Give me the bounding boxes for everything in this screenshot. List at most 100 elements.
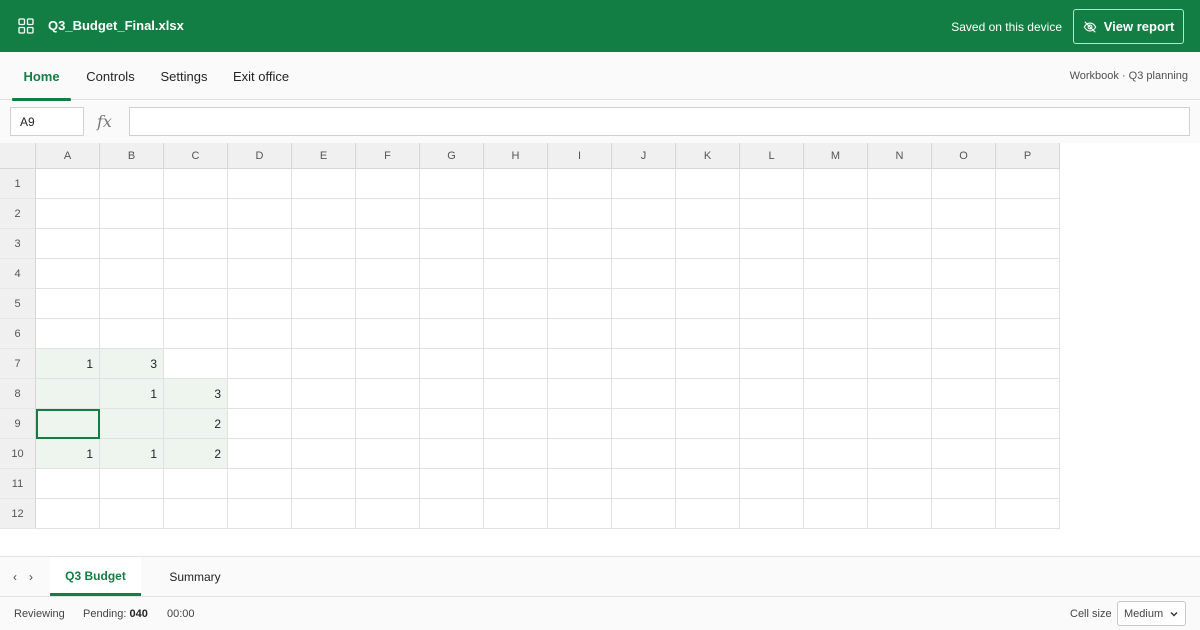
grid-cell[interactable]	[36, 199, 100, 229]
tab-exit-office[interactable]: Exit office	[227, 52, 295, 99]
grid-cell[interactable]	[36, 289, 100, 319]
column-header[interactable]: B	[100, 143, 164, 169]
grid-cell[interactable]	[996, 199, 1060, 229]
selected-cell[interactable]	[36, 409, 100, 439]
grid-cell[interactable]	[484, 199, 548, 229]
grid-cell[interactable]	[484, 439, 548, 469]
grid-cell[interactable]	[612, 439, 676, 469]
grid-cell[interactable]	[356, 259, 420, 289]
grid-cell[interactable]	[420, 379, 484, 409]
grid-cell[interactable]	[932, 199, 996, 229]
grid-cell[interactable]	[740, 499, 804, 529]
grid-cell[interactable]	[996, 319, 1060, 349]
grid-cell[interactable]	[996, 169, 1060, 199]
grid-cell[interactable]	[292, 169, 356, 199]
grid-cell[interactable]	[548, 499, 612, 529]
grid-cell[interactable]	[804, 349, 868, 379]
row-header[interactable]: 12	[0, 499, 36, 529]
grid-cell[interactable]	[676, 499, 740, 529]
grid-cell[interactable]	[804, 169, 868, 199]
grid-cell[interactable]	[420, 259, 484, 289]
grid-cell[interactable]	[612, 319, 676, 349]
grid-cell[interactable]	[484, 229, 548, 259]
grid-cell[interactable]	[676, 319, 740, 349]
grid-cell[interactable]	[868, 379, 932, 409]
grid-cell[interactable]	[164, 499, 228, 529]
grid-cell[interactable]	[804, 199, 868, 229]
grid-cell[interactable]	[356, 289, 420, 319]
grid-cell[interactable]	[420, 229, 484, 259]
column-header[interactable]: P	[996, 143, 1060, 169]
grid-cell[interactable]	[740, 169, 804, 199]
grid-cell[interactable]	[292, 349, 356, 379]
grid-cell[interactable]	[36, 469, 100, 499]
grid-cell[interactable]	[868, 319, 932, 349]
grid-cell[interactable]	[676, 199, 740, 229]
tab-home[interactable]: Home	[12, 52, 71, 101]
grid-cell[interactable]	[548, 229, 612, 259]
grid-cell[interactable]	[932, 469, 996, 499]
grid-cell[interactable]: 1	[100, 439, 164, 469]
grid-cell[interactable]	[612, 469, 676, 499]
grid-cell[interactable]	[996, 409, 1060, 439]
grid-cell[interactable]	[356, 229, 420, 259]
grid-cell[interactable]	[932, 379, 996, 409]
row-header[interactable]: 4	[0, 259, 36, 289]
column-header[interactable]: J	[612, 143, 676, 169]
grid-cell[interactable]	[676, 259, 740, 289]
tab-settings[interactable]: Settings	[154, 52, 214, 99]
grid-cell[interactable]	[292, 259, 356, 289]
grid-cell[interactable]	[868, 169, 932, 199]
grid-cell[interactable]	[228, 379, 292, 409]
grid-cell[interactable]	[612, 289, 676, 319]
grid-cell[interactable]	[932, 319, 996, 349]
grid-cell[interactable]	[228, 349, 292, 379]
grid-cell[interactable]: 1	[36, 349, 100, 379]
grid-cell[interactable]	[996, 439, 1060, 469]
grid-cell[interactable]	[420, 409, 484, 439]
grid-cell[interactable]	[36, 169, 100, 199]
grid-cell[interactable]	[932, 499, 996, 529]
grid-cell[interactable]	[868, 499, 932, 529]
grid-cell[interactable]	[484, 289, 548, 319]
grid-cell[interactable]	[996, 229, 1060, 259]
name-box[interactable]: A9	[10, 107, 84, 136]
grid-cell[interactable]	[932, 289, 996, 319]
grid-cell[interactable]	[996, 349, 1060, 379]
grid-cell[interactable]	[932, 259, 996, 289]
grid-cell[interactable]	[100, 199, 164, 229]
grid-cell[interactable]	[804, 439, 868, 469]
column-header[interactable]: K	[676, 143, 740, 169]
grid-cell[interactable]	[292, 379, 356, 409]
grid-cell[interactable]	[548, 259, 612, 289]
row-header[interactable]: 7	[0, 349, 36, 379]
column-header[interactable]: F	[356, 143, 420, 169]
grid-cell[interactable]	[356, 469, 420, 499]
grid-cell[interactable]	[612, 499, 676, 529]
grid-cell[interactable]	[548, 319, 612, 349]
grid-cell[interactable]	[164, 169, 228, 199]
grid-cell[interactable]	[740, 199, 804, 229]
grid-cell[interactable]	[228, 439, 292, 469]
grid-cell[interactable]	[100, 499, 164, 529]
grid-cell[interactable]: 1	[100, 379, 164, 409]
grid-cell[interactable]	[548, 199, 612, 229]
grid-cell[interactable]	[292, 499, 356, 529]
grid-cell[interactable]	[356, 319, 420, 349]
grid-cell[interactable]	[996, 469, 1060, 499]
column-header[interactable]: C	[164, 143, 228, 169]
grid-cell[interactable]	[36, 379, 100, 409]
grid-cell[interactable]	[36, 499, 100, 529]
column-header[interactable]: G	[420, 143, 484, 169]
grid-cell[interactable]	[804, 409, 868, 439]
grid-cell[interactable]	[420, 169, 484, 199]
grid-cell[interactable]	[676, 439, 740, 469]
grid-cell[interactable]	[420, 469, 484, 499]
grid-cell[interactable]	[228, 259, 292, 289]
grid-cell[interactable]	[164, 319, 228, 349]
grid-cell[interactable]	[228, 229, 292, 259]
prev-sheet-icon[interactable]: ‹	[13, 570, 17, 584]
grid-cell[interactable]	[292, 439, 356, 469]
grid-cell[interactable]	[996, 289, 1060, 319]
app-launcher-icon[interactable]	[18, 18, 34, 34]
